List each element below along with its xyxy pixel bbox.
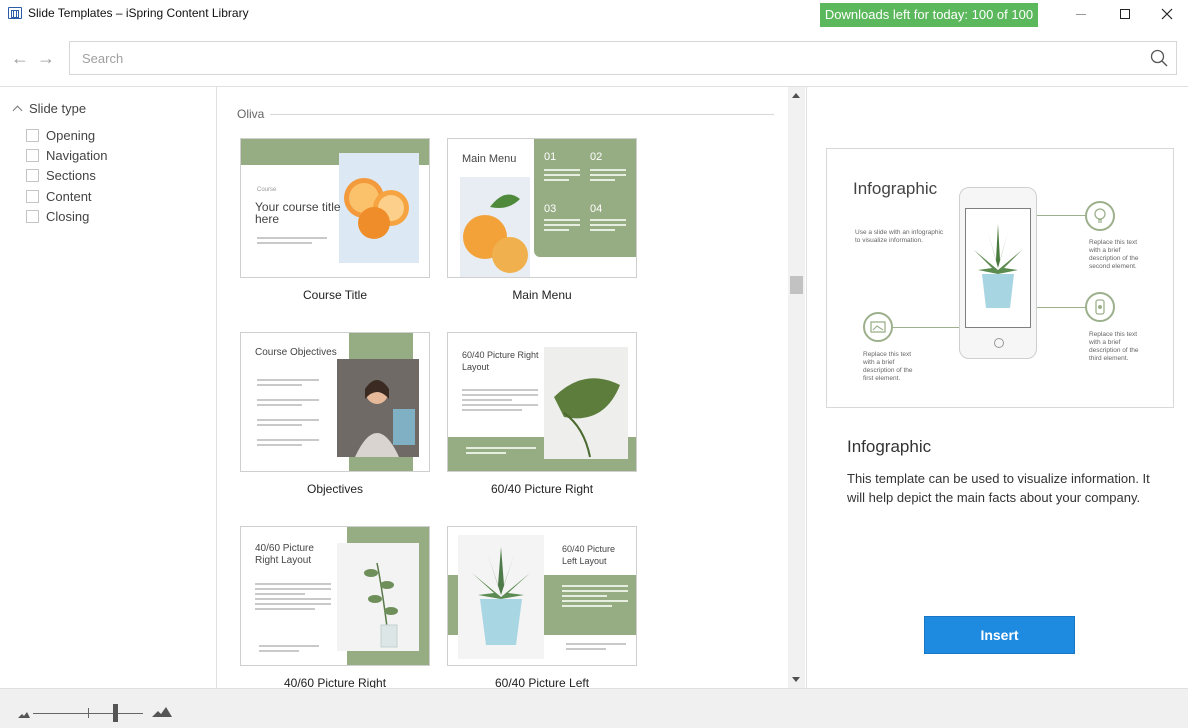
woman-photo bbox=[337, 359, 419, 457]
status-bar bbox=[0, 688, 1188, 728]
back-arrow-icon[interactable]: ← bbox=[11, 48, 29, 69]
app-icon bbox=[8, 7, 22, 19]
minimize-icon bbox=[1076, 13, 1086, 15]
slide-type-toggle[interactable]: Slide type bbox=[12, 101, 87, 116]
search-box bbox=[69, 41, 1177, 75]
thumb-title: Main Menu bbox=[462, 153, 517, 165]
thumb-title: 40/60 Picture Right Layout bbox=[255, 543, 314, 566]
template-gallery: Oliva Course Your course title here Cour… bbox=[218, 87, 788, 688]
menu-number: 03 bbox=[544, 203, 557, 215]
zoom-out-icon[interactable] bbox=[18, 710, 30, 718]
zoom-slider-thumb[interactable] bbox=[113, 704, 118, 722]
checkbox[interactable] bbox=[26, 209, 39, 223]
zoom-in-icon[interactable] bbox=[152, 705, 172, 717]
filter-opening[interactable]: Opening bbox=[26, 125, 107, 145]
plant-photo bbox=[337, 543, 419, 651]
checkbox[interactable] bbox=[26, 148, 39, 162]
close-icon bbox=[1161, 8, 1173, 20]
menu-number: 04 bbox=[590, 203, 603, 215]
maximize-button[interactable] bbox=[1102, 0, 1148, 28]
filter-label: Navigation bbox=[46, 147, 108, 163]
close-button[interactable] bbox=[1144, 0, 1188, 28]
insert-button[interactable]: Insert bbox=[924, 616, 1075, 654]
callout-third: Replace this text with a brief descripti… bbox=[1089, 331, 1139, 362]
template-thumbnail[interactable]: 40/60 Picture Right Layout bbox=[240, 526, 430, 666]
preview-slide-intro: Use a slide with an infographic to visua… bbox=[855, 229, 944, 244]
checkbox[interactable] bbox=[26, 128, 39, 142]
group-divider bbox=[270, 114, 774, 115]
filter-closing[interactable]: Closing bbox=[26, 206, 107, 226]
lightbulb-icon bbox=[1085, 201, 1115, 231]
scroll-down-icon[interactable] bbox=[792, 677, 800, 682]
chevron-up-icon bbox=[12, 105, 23, 116]
template-thumbnail[interactable]: 60/40 Picture Left Layout bbox=[447, 526, 637, 666]
checkbox[interactable] bbox=[26, 189, 39, 203]
succulent-photo bbox=[458, 535, 544, 659]
template-caption: 40/60 Picture Right bbox=[283, 676, 387, 688]
gallery-scrollbar[interactable] bbox=[788, 87, 805, 688]
orange-photo bbox=[339, 153, 419, 263]
thumb-title: 60/40 Picture Left Layout bbox=[562, 544, 616, 566]
search-icon[interactable] bbox=[1150, 49, 1168, 67]
watch-icon bbox=[1085, 292, 1115, 322]
template-thumbnail[interactable]: Main Menu 01 02 03 04 bbox=[447, 138, 637, 278]
scroll-up-icon[interactable] bbox=[792, 93, 800, 98]
thumb-title: Course Objectives bbox=[255, 347, 337, 358]
search-input[interactable] bbox=[70, 42, 1140, 74]
template-caption: Objectives bbox=[306, 482, 364, 496]
checkbox[interactable] bbox=[26, 169, 39, 183]
filter-content[interactable]: Content bbox=[26, 186, 107, 206]
menu-number: 01 bbox=[544, 151, 557, 163]
filter-label: Content bbox=[46, 188, 92, 204]
callout-first: Replace this text with a brief descripti… bbox=[863, 351, 913, 382]
filter-label: Opening bbox=[46, 127, 96, 143]
scrollbar-thumb[interactable] bbox=[790, 276, 803, 294]
callout-second: Replace this text with a brief descripti… bbox=[1089, 239, 1139, 270]
preview-slide-title: Infographic bbox=[853, 179, 938, 198]
preview-description: This template can be used to visualize i… bbox=[847, 471, 1150, 505]
thumb-title: Your course title here bbox=[255, 200, 341, 226]
thumb-title: 60/40 Picture Right Layout bbox=[462, 350, 539, 372]
filter-sections[interactable]: Sections bbox=[26, 166, 107, 186]
zoom-slider-tick bbox=[88, 708, 89, 718]
template-thumbnail[interactable]: Course Objectives bbox=[240, 332, 430, 472]
template-caption: Course Title bbox=[302, 288, 368, 302]
filter-label: Sections bbox=[46, 168, 96, 184]
image-icon bbox=[863, 312, 893, 342]
maximize-icon bbox=[1120, 9, 1130, 19]
filter-list: Opening Navigation Sections Content Clos… bbox=[26, 125, 107, 226]
template-thumbnail[interactable]: 60/40 Picture Right Layout bbox=[447, 332, 637, 472]
filter-heading: Slide type bbox=[29, 101, 87, 116]
phone-illustration bbox=[959, 187, 1037, 359]
template-thumbnail[interactable]: Course Your course title here bbox=[240, 138, 430, 278]
forward-arrow-icon[interactable]: → bbox=[37, 48, 55, 69]
navigation-bar: ← → bbox=[0, 36, 1188, 82]
template-caption: 60/40 Picture Right bbox=[490, 482, 594, 496]
filter-sidebar: Slide type Opening Navigation Sections C… bbox=[0, 87, 217, 688]
preview-panel: Infographic Use a slide with an infograp… bbox=[806, 87, 1188, 688]
minimize-button[interactable] bbox=[1058, 0, 1104, 28]
filter-label: Closing bbox=[46, 208, 90, 224]
leaf-photo bbox=[544, 347, 628, 459]
template-caption: 60/40 Picture Left bbox=[494, 676, 590, 688]
window-title: Slide Templates – iSpring Content Librar… bbox=[28, 6, 249, 20]
downloads-left-badge: Downloads left for today: 100 of 100 bbox=[820, 3, 1038, 27]
group-label: Oliva bbox=[237, 107, 273, 121]
preview-thumbnail: Infographic Use a slide with an infograp… bbox=[826, 148, 1174, 408]
orange-photo bbox=[460, 177, 530, 277]
preview-title: Infographic bbox=[847, 437, 932, 456]
menu-number: 02 bbox=[590, 151, 603, 163]
template-caption: Main Menu bbox=[512, 288, 572, 302]
title-bar: Slide Templates – iSpring Content Librar… bbox=[0, 0, 1188, 28]
filter-navigation[interactable]: Navigation bbox=[26, 145, 107, 165]
